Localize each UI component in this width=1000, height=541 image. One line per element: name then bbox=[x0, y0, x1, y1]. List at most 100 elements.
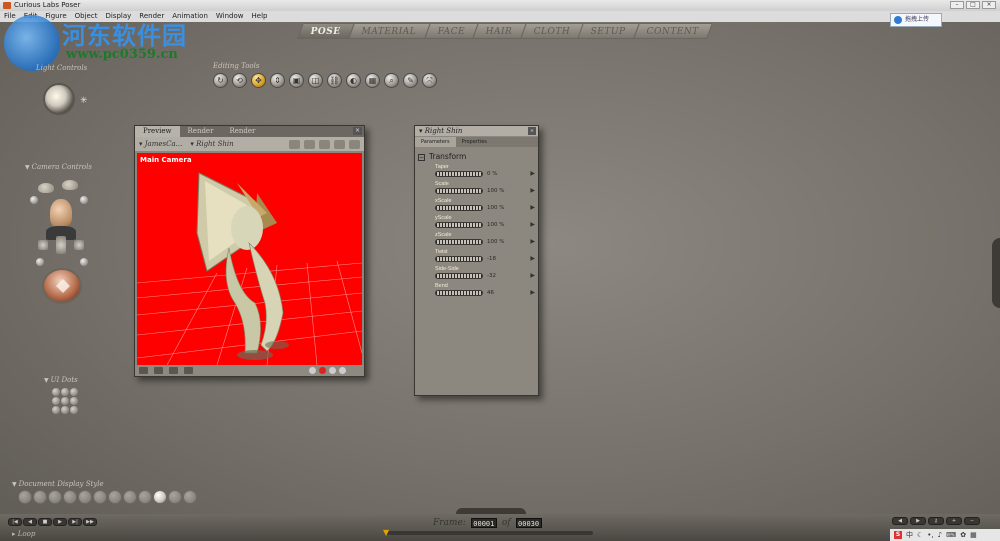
next-frame-button[interactable]: ▶| bbox=[68, 518, 82, 526]
texture-shaded-style-button[interactable] bbox=[168, 490, 182, 504]
ui-dot[interactable] bbox=[70, 388, 78, 396]
flyaround-icon[interactable] bbox=[30, 196, 38, 204]
right-hand-camera-icon[interactable] bbox=[62, 180, 78, 190]
move-xz-right-icon[interactable] bbox=[74, 240, 84, 250]
ui-dot[interactable] bbox=[70, 397, 78, 405]
timeline-slider[interactable] bbox=[385, 531, 593, 535]
lit-wireframe-style-button[interactable] bbox=[78, 490, 92, 504]
last-frame-button[interactable]: ▶▶ bbox=[83, 518, 97, 526]
copy-icon[interactable] bbox=[304, 140, 315, 149]
tab-preview[interactable]: Preview bbox=[135, 126, 180, 137]
param-menu-arrow-icon[interactable]: ▶ bbox=[530, 289, 535, 296]
maximize-button[interactable]: □ bbox=[966, 1, 980, 9]
ui-dot[interactable] bbox=[52, 397, 60, 405]
ui-dot[interactable] bbox=[61, 406, 69, 414]
ime-cn-icon[interactable]: 中 bbox=[906, 530, 913, 540]
flat-lined-style-button[interactable] bbox=[108, 490, 122, 504]
timeline-knob-icon[interactable]: ▼ bbox=[383, 528, 389, 537]
param-dial[interactable] bbox=[435, 171, 483, 177]
previous-frame-button[interactable]: ◀ bbox=[23, 518, 37, 526]
param-dial[interactable] bbox=[435, 239, 483, 245]
current-frame-field[interactable]: 00001 bbox=[470, 518, 497, 528]
punctuation-icon[interactable]: •, bbox=[927, 531, 933, 539]
param-menu-arrow-icon[interactable]: ▶ bbox=[530, 221, 535, 228]
param-dial[interactable] bbox=[435, 205, 483, 211]
tab-content[interactable]: CONTENT bbox=[633, 23, 714, 39]
skin-icon[interactable]: ✿ bbox=[960, 531, 966, 539]
view-magnifier-tool-icon[interactable]: ⌕ bbox=[384, 73, 399, 88]
shadow-icon[interactable] bbox=[169, 367, 178, 374]
transform-group-header[interactable]: − Transform bbox=[418, 152, 466, 161]
smooth-shaded-style-button[interactable] bbox=[153, 490, 167, 504]
param-dial[interactable] bbox=[435, 290, 483, 296]
param-menu-arrow-icon[interactable]: ▶ bbox=[530, 170, 535, 177]
sun-icon[interactable]: ✳ bbox=[80, 96, 88, 106]
grouping-tool-icon[interactable]: ▦ bbox=[365, 73, 380, 88]
morphing-tool-icon[interactable]: ✎ bbox=[403, 73, 418, 88]
remove-key-button[interactable]: − bbox=[964, 517, 980, 525]
tab-hair[interactable]: HAIR bbox=[472, 23, 527, 39]
depth-cue-icon[interactable] bbox=[154, 367, 163, 374]
menu-help[interactable]: Help bbox=[252, 11, 268, 22]
smooth-lined-style-button[interactable] bbox=[183, 490, 197, 504]
tab-properties[interactable]: Properties bbox=[456, 137, 493, 147]
outline-style-button[interactable] bbox=[33, 490, 47, 504]
prev-key-button[interactable]: ◀ bbox=[892, 517, 908, 525]
flat-shaded-style-button[interactable] bbox=[93, 490, 107, 504]
translate-tool-icon[interactable]: ✥ bbox=[251, 73, 266, 88]
move-view-icon[interactable] bbox=[334, 140, 345, 149]
stop-button[interactable]: ■ bbox=[38, 518, 52, 526]
param-value[interactable]: 100 % bbox=[487, 222, 504, 228]
chain-break-tool-icon[interactable]: ⛓ bbox=[327, 73, 342, 88]
mic-icon[interactable]: ♪ bbox=[938, 531, 942, 539]
silhouette-style-button[interactable] bbox=[18, 490, 32, 504]
right-panel-handle[interactable] bbox=[992, 238, 1000, 308]
close-icon[interactable]: × bbox=[528, 127, 536, 135]
light-trackball[interactable] bbox=[43, 83, 75, 115]
tab-parameters[interactable]: Parameters bbox=[415, 137, 456, 147]
param-dial[interactable] bbox=[435, 273, 483, 279]
minimize-button[interactable]: – bbox=[950, 1, 964, 9]
cartoon-line-style-button[interactable] bbox=[138, 490, 152, 504]
param-value[interactable]: 100 % bbox=[487, 239, 504, 245]
translate-in-out-tool-icon[interactable]: ⇕ bbox=[270, 73, 285, 88]
param-dial[interactable] bbox=[435, 256, 483, 262]
scale-camera-icon[interactable] bbox=[36, 258, 44, 266]
keyboard-icon[interactable]: ⌨ bbox=[946, 531, 956, 539]
edit-keys-button[interactable]: ⚷ bbox=[928, 517, 944, 525]
move-y-icon[interactable] bbox=[56, 236, 66, 254]
tracking-mode-icon[interactable] bbox=[139, 367, 148, 374]
tab-face[interactable]: FACE bbox=[423, 23, 479, 39]
focal-camera-icon[interactable] bbox=[80, 258, 88, 266]
cartoon-style-button[interactable] bbox=[123, 490, 137, 504]
rotate-tool-icon[interactable]: ↻ bbox=[213, 73, 228, 88]
camera-menu[interactable]: ▾ JamesCa... bbox=[139, 137, 182, 151]
ui-dot[interactable] bbox=[52, 406, 60, 414]
face-camera-icon[interactable] bbox=[50, 199, 72, 229]
cloud-upload-button[interactable]: 拖拽上传 bbox=[890, 13, 942, 27]
param-menu-arrow-icon[interactable]: ▶ bbox=[530, 272, 535, 279]
next-key-button[interactable]: ▶ bbox=[910, 517, 926, 525]
tab-render[interactable]: Render bbox=[180, 126, 222, 137]
color-dot-light[interactable] bbox=[339, 367, 346, 374]
color-tool-icon[interactable]: ◐ bbox=[346, 73, 361, 88]
param-dial[interactable] bbox=[435, 222, 483, 228]
layout-icon[interactable] bbox=[289, 140, 300, 149]
param-value[interactable]: 46 bbox=[487, 290, 494, 296]
grid-icon[interactable]: ▦ bbox=[970, 531, 977, 539]
first-frame-button[interactable]: |◀ bbox=[8, 518, 22, 526]
ime-s-icon[interactable]: S bbox=[894, 531, 902, 539]
ui-dot[interactable] bbox=[61, 397, 69, 405]
twist-tool-icon[interactable]: ⟲ bbox=[232, 73, 247, 88]
color-dot-red[interactable] bbox=[319, 367, 326, 374]
tab-render-2[interactable]: Render bbox=[221, 126, 263, 137]
param-value[interactable]: 0 % bbox=[487, 171, 497, 177]
loop-toggle[interactable]: ▸ Loop bbox=[12, 530, 35, 538]
param-value[interactable]: 100 % bbox=[487, 205, 504, 211]
param-menu-arrow-icon[interactable]: ▶ bbox=[530, 255, 535, 262]
close-icon[interactable]: × bbox=[353, 127, 362, 135]
key-camera-icon[interactable] bbox=[80, 196, 88, 204]
play-button[interactable]: ▶ bbox=[53, 518, 67, 526]
close-button[interactable]: × bbox=[982, 1, 996, 9]
scale-tool-icon[interactable]: ▣ bbox=[289, 73, 304, 88]
